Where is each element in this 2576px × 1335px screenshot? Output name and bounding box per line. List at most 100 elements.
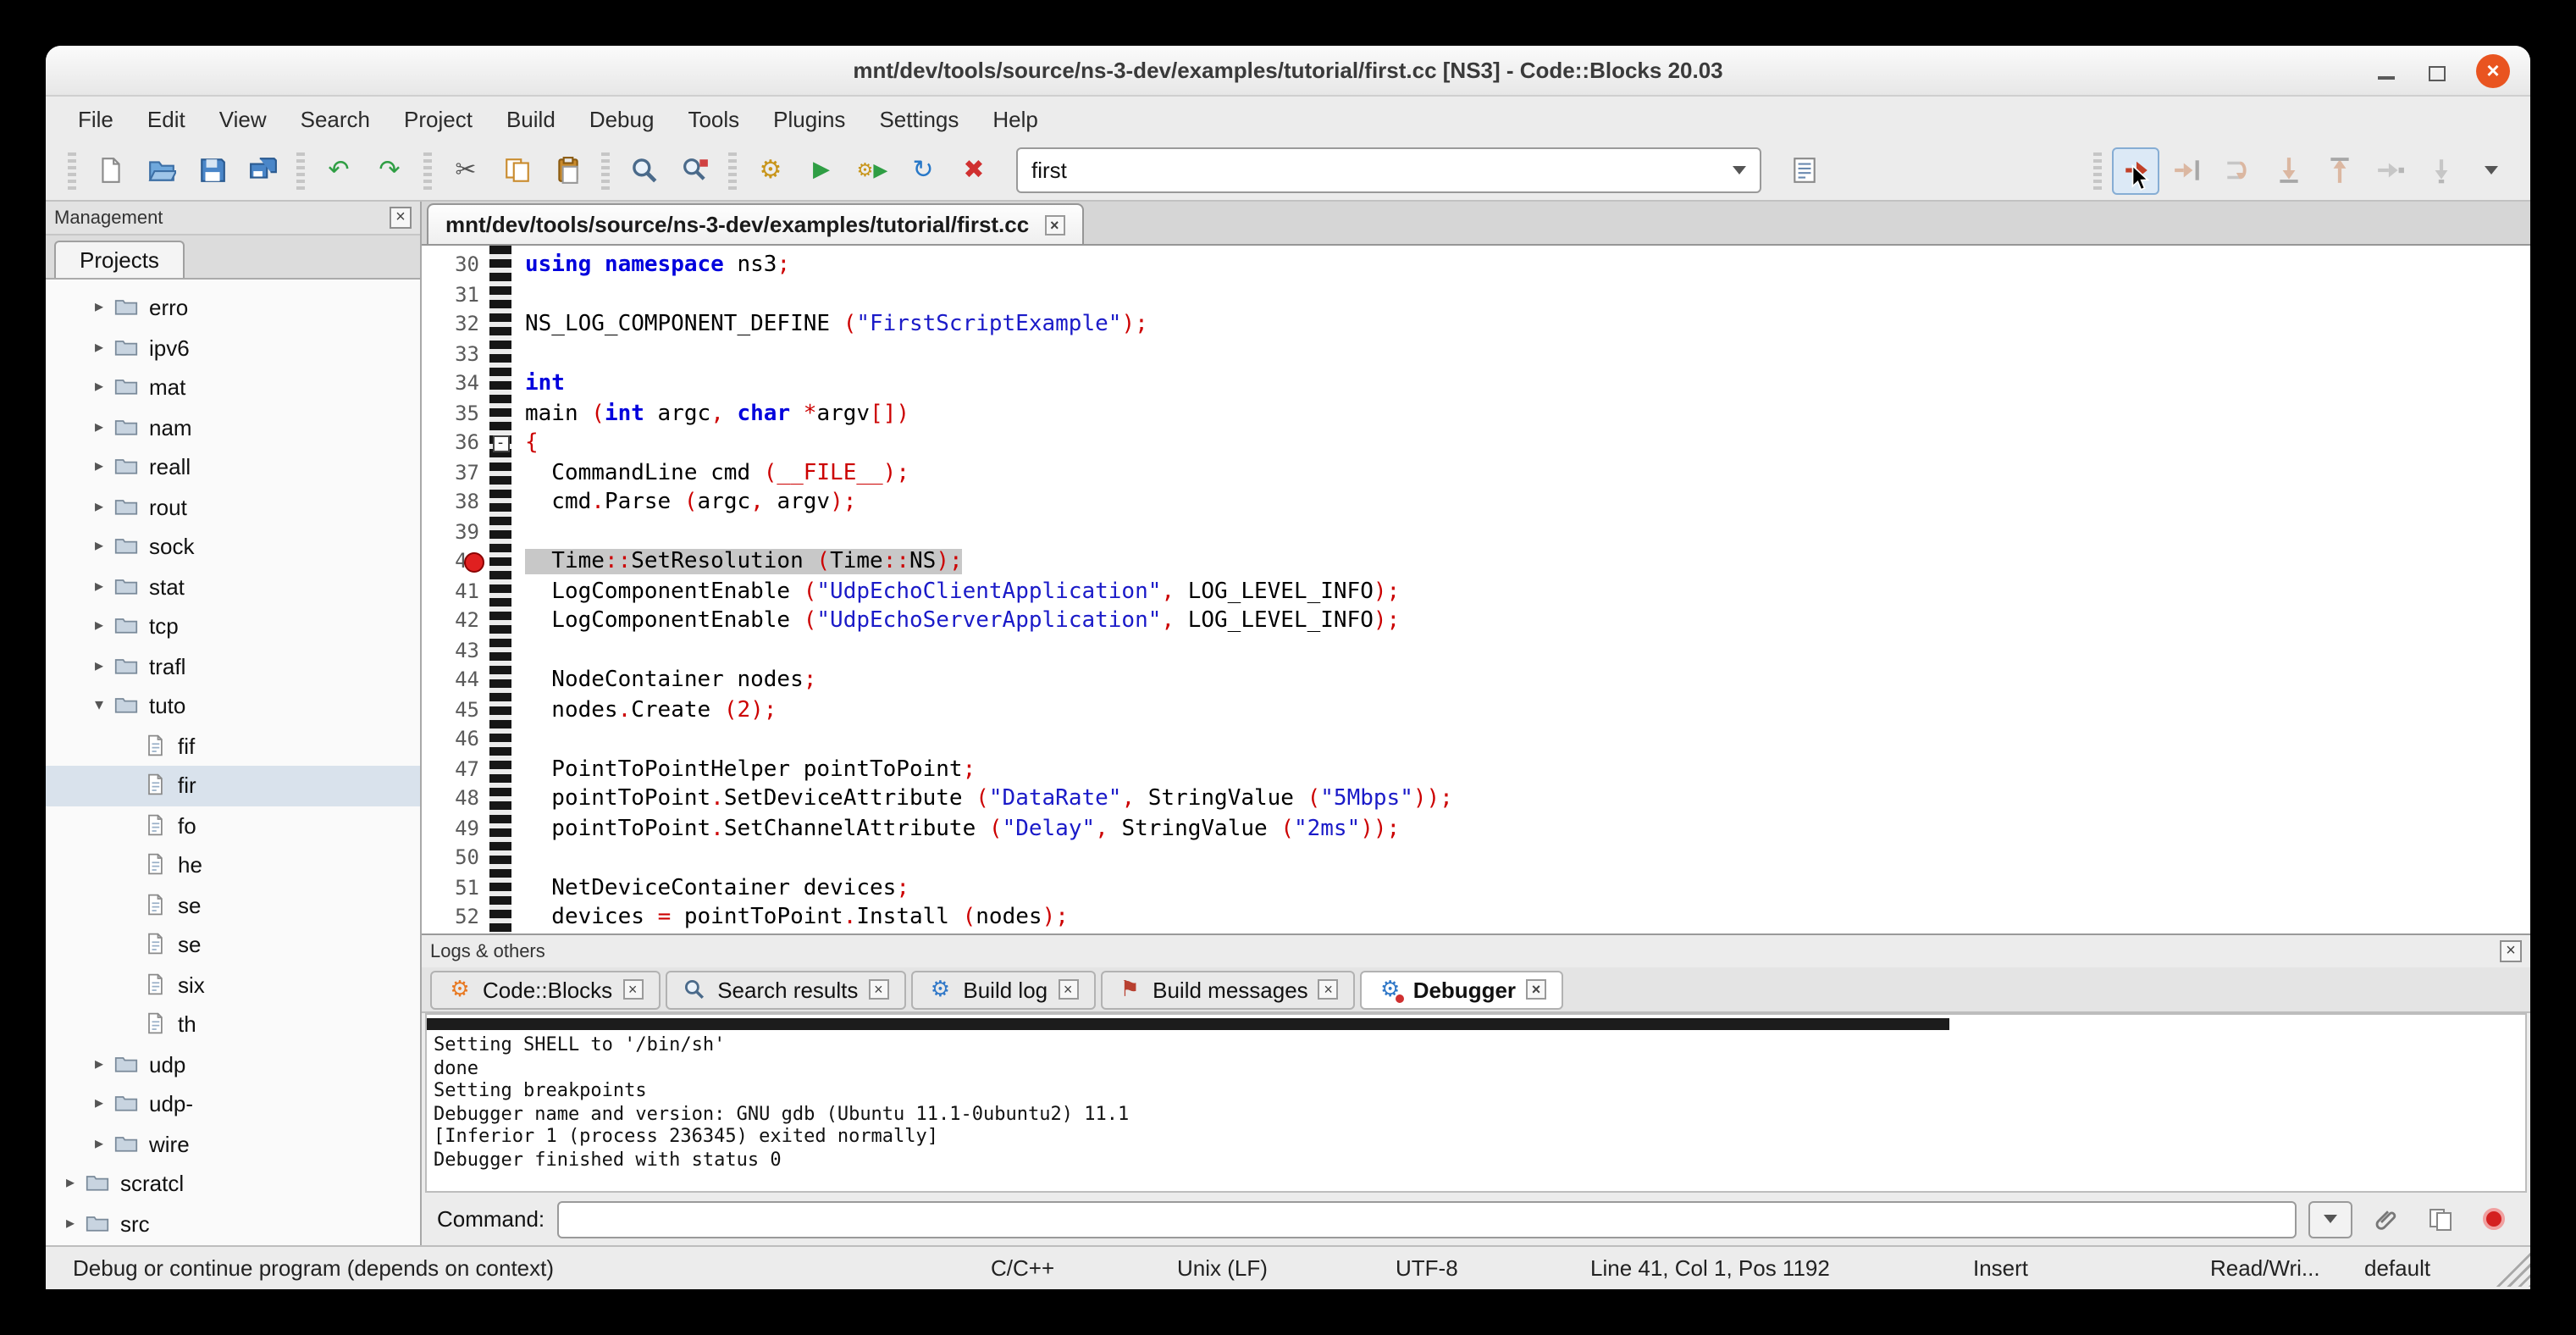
menu-build[interactable]: Build — [491, 101, 571, 136]
tree-item[interactable]: ▸stat — [46, 567, 420, 607]
tree-item[interactable]: ▸rout — [46, 487, 420, 527]
log-tab-code-blocks[interactable]: ⚙Code::Blocks× — [430, 970, 660, 1009]
log-tab-close-icon[interactable]: × — [622, 979, 643, 1000]
tree-item[interactable]: fo — [46, 806, 420, 845]
step-into-instruction-icon[interactable] — [2417, 147, 2464, 194]
toolbar-grip[interactable] — [601, 152, 610, 189]
toolbar-overflow-button[interactable] — [2468, 147, 2515, 194]
line-number[interactable]: 50 — [422, 844, 479, 873]
logs-close-icon[interactable]: × — [2500, 940, 2522, 962]
tree-item[interactable]: ▸erro — [46, 288, 420, 328]
tree-item[interactable]: he — [46, 845, 420, 885]
chevron-right-icon[interactable]: ▸ — [88, 418, 110, 437]
line-number[interactable]: 33 — [422, 340, 479, 369]
tree-item[interactable]: ▸nam — [46, 407, 420, 447]
debug-continue-icon[interactable] — [2112, 147, 2159, 194]
tree-item[interactable]: ▸tcp — [46, 607, 420, 646]
management-close-icon[interactable]: × — [390, 207, 412, 229]
log-tab-build-log[interactable]: ⚙Build log× — [910, 970, 1095, 1009]
abort-icon[interactable]: ✖ — [950, 147, 998, 194]
title-bar[interactable]: mnt/dev/tools/source/ns-3-dev/examples/t… — [46, 46, 2530, 97]
line-number[interactable]: 34 — [422, 369, 479, 399]
tree-item[interactable]: ▸scratcl — [46, 1164, 420, 1204]
toolbar-grip[interactable] — [68, 152, 76, 189]
project-tree[interactable]: ▸erro▸ipv6▸mat▸nam▸reall▸rout▸sock▸stat▸… — [46, 280, 420, 1245]
log-tab-build-messages[interactable]: ⚑Build messages× — [1100, 970, 1356, 1009]
tree-item[interactable]: ▸reall — [46, 447, 420, 487]
debugger-log[interactable]: Setting SHELL to '/bin/sh'doneSetting br… — [425, 1013, 2527, 1193]
line-number[interactable]: 35 — [422, 399, 479, 429]
paste-icon[interactable] — [544, 147, 591, 194]
editor-tab-close-icon[interactable]: × — [1044, 214, 1064, 235]
replace-icon[interactable] — [671, 147, 718, 194]
minimize-button[interactable] — [2374, 58, 2398, 82]
tree-item[interactable]: ▸mat — [46, 368, 420, 407]
tree-item[interactable]: six — [46, 965, 420, 1005]
menu-view[interactable]: View — [204, 101, 282, 136]
tree-item[interactable]: ▸trafl — [46, 646, 420, 686]
line-number[interactable]: 47 — [422, 755, 479, 784]
line-number[interactable]: 38 — [422, 488, 479, 518]
tree-item[interactable]: fif — [46, 726, 420, 766]
code-editor[interactable]: 30using namespace ns3;3132NS_LOG_COMPONE… — [422, 246, 2530, 933]
tree-item[interactable]: th — [46, 1005, 420, 1044]
line-number[interactable]: 41 — [422, 577, 479, 607]
menu-debug[interactable]: Debug — [574, 101, 670, 136]
log-tab-close-icon[interactable]: × — [1058, 979, 1078, 1000]
line-number[interactable]: 46 — [422, 725, 479, 755]
toolbar-grip[interactable] — [728, 152, 737, 189]
run-icon[interactable]: ▶ — [798, 147, 845, 194]
log-tab-debugger[interactable]: ⚙Debugger× — [1361, 970, 1563, 1009]
tree-item[interactable]: ▾tuto — [46, 686, 420, 726]
undo-icon[interactable]: ↶ — [315, 147, 362, 194]
paperclip-icon[interactable] — [2364, 1199, 2407, 1238]
chevron-right-icon[interactable]: ▸ — [88, 299, 110, 318]
log-tab-search-results[interactable]: Search results× — [665, 970, 905, 1009]
line-number[interactable]: 42 — [422, 607, 479, 636]
tree-item[interactable]: se — [46, 925, 420, 965]
save-icon[interactable] — [188, 147, 235, 194]
step-into-icon[interactable] — [2264, 147, 2312, 194]
chevron-right-icon[interactable]: ▸ — [88, 538, 110, 557]
log-tab-close-icon[interactable]: × — [868, 979, 888, 1000]
tree-item[interactable]: ▸udp — [46, 1044, 420, 1084]
line-number[interactable]: 36 — [422, 429, 479, 458]
redo-icon[interactable]: ↷ — [366, 147, 413, 194]
step-out-icon[interactable] — [2315, 147, 2363, 194]
chevron-right-icon[interactable]: ▸ — [88, 618, 110, 636]
command-input[interactable] — [556, 1200, 2297, 1238]
tree-item[interactable]: ▸wire — [46, 1124, 420, 1164]
tree-item[interactable]: ▸sock — [46, 527, 420, 567]
chevron-down-icon[interactable] — [1733, 166, 1746, 174]
chevron-right-icon[interactable]: ▸ — [88, 498, 110, 517]
log-tab-close-icon[interactable]: × — [1318, 979, 1339, 1000]
search-input[interactable] — [1031, 158, 1733, 183]
build-icon[interactable]: ⚙ — [747, 147, 794, 194]
tree-item[interactable]: se — [46, 885, 420, 925]
line-number[interactable]: 43 — [422, 636, 479, 666]
menu-tools[interactable]: Tools — [672, 101, 755, 136]
line-number[interactable]: 30 — [422, 251, 479, 280]
cut-icon[interactable]: ✂ — [442, 147, 489, 194]
line-number[interactable]: 52 — [422, 903, 479, 933]
next-instruction-icon[interactable] — [2366, 147, 2413, 194]
line-number[interactable]: 45 — [422, 695, 479, 725]
command-dropdown-button[interactable] — [2308, 1200, 2352, 1238]
chevron-right-icon[interactable]: ▸ — [88, 1095, 110, 1114]
maximize-button[interactable] — [2425, 58, 2449, 82]
menu-search[interactable]: Search — [285, 101, 385, 136]
copy-log-icon[interactable] — [2418, 1199, 2461, 1238]
next-line-icon[interactable] — [2214, 147, 2261, 194]
tree-item[interactable]: fir — [46, 766, 420, 806]
open-file-icon[interactable] — [137, 147, 185, 194]
line-number[interactable]: 44 — [422, 666, 479, 695]
build-and-run-icon[interactable]: ⚙▶ — [849, 147, 896, 194]
log-tab-close-icon[interactable]: × — [1526, 979, 1546, 1000]
menu-project[interactable]: Project — [389, 101, 488, 136]
tree-item[interactable]: ▸ipv6 — [46, 328, 420, 368]
menu-help[interactable]: Help — [977, 101, 1053, 136]
tree-item[interactable]: ▸udp- — [46, 1084, 420, 1124]
rebuild-icon[interactable]: ↻ — [899, 147, 947, 194]
menu-edit[interactable]: Edit — [132, 101, 201, 136]
toolbar-grip[interactable] — [2093, 152, 2102, 189]
